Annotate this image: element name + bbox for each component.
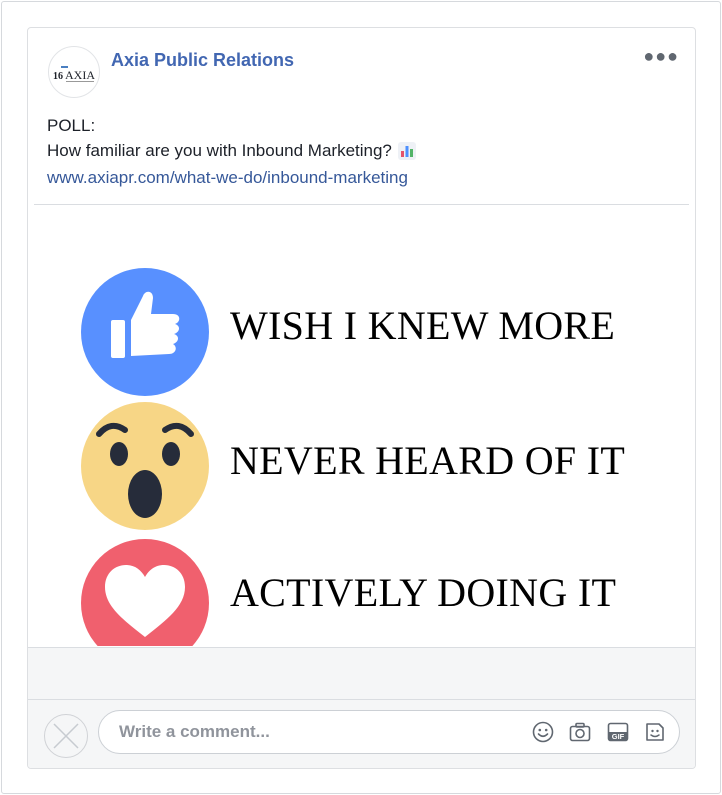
poll-option-like-label: WISH I KNEW MORE — [230, 303, 616, 348]
like-reaction — [81, 268, 209, 396]
default-avatar-icon — [53, 723, 79, 749]
axia-logo-icon: 16 AXIA — [53, 66, 95, 82]
post-text-line1: POLL: — [47, 116, 96, 135]
post-card: 16 AXIA Axia Public Relations ●●● POLL: … — [27, 27, 696, 769]
post-text-line2: How familiar are you with Inbound Market… — [47, 141, 392, 160]
reactions-bar — [28, 647, 695, 699]
post-text: POLL: How familiar are you with Inbound … — [47, 113, 416, 163]
gif-icon[interactable]: GIF — [606, 720, 630, 744]
post-link[interactable]: www.axiapr.com/what-we-do/inbound-market… — [47, 168, 408, 188]
comment-placeholder: Write a comment... — [119, 722, 270, 741]
ellipsis-icon[interactable]: ●●● — [643, 46, 679, 66]
comment-composer: Write a comment... GIF — [28, 699, 695, 768]
post-text-line2-wrap: How familiar are you with Inbound Market… — [47, 138, 416, 163]
wow-reaction — [81, 402, 209, 530]
love-reaction — [81, 539, 209, 646]
poll-image[interactable]: WISH I KNEW MORE NEVER HEARD OF IT ACTIV… — [28, 205, 695, 646]
bar-chart-icon — [397, 141, 416, 160]
svg-text:AXIA: AXIA — [65, 68, 95, 82]
poll-option-wow-label: NEVER HEARD OF IT — [230, 438, 626, 483]
thumbs-up-icon — [111, 291, 180, 358]
page-avatar[interactable]: 16 AXIA — [48, 46, 100, 98]
emoji-icon[interactable] — [531, 720, 555, 744]
camera-icon[interactable] — [568, 720, 592, 744]
comment-input[interactable]: Write a comment... GIF — [98, 710, 680, 754]
svg-text:16: 16 — [53, 71, 63, 82]
wow-face-icon — [96, 422, 194, 518]
user-avatar — [44, 714, 88, 758]
poll-option-love-label: ACTIVELY DOING IT — [230, 570, 617, 615]
svg-text:GIF: GIF — [612, 732, 625, 741]
heart-icon — [105, 565, 185, 637]
page-name-link[interactable]: Axia Public Relations — [111, 50, 294, 71]
sticker-icon[interactable] — [643, 720, 667, 744]
